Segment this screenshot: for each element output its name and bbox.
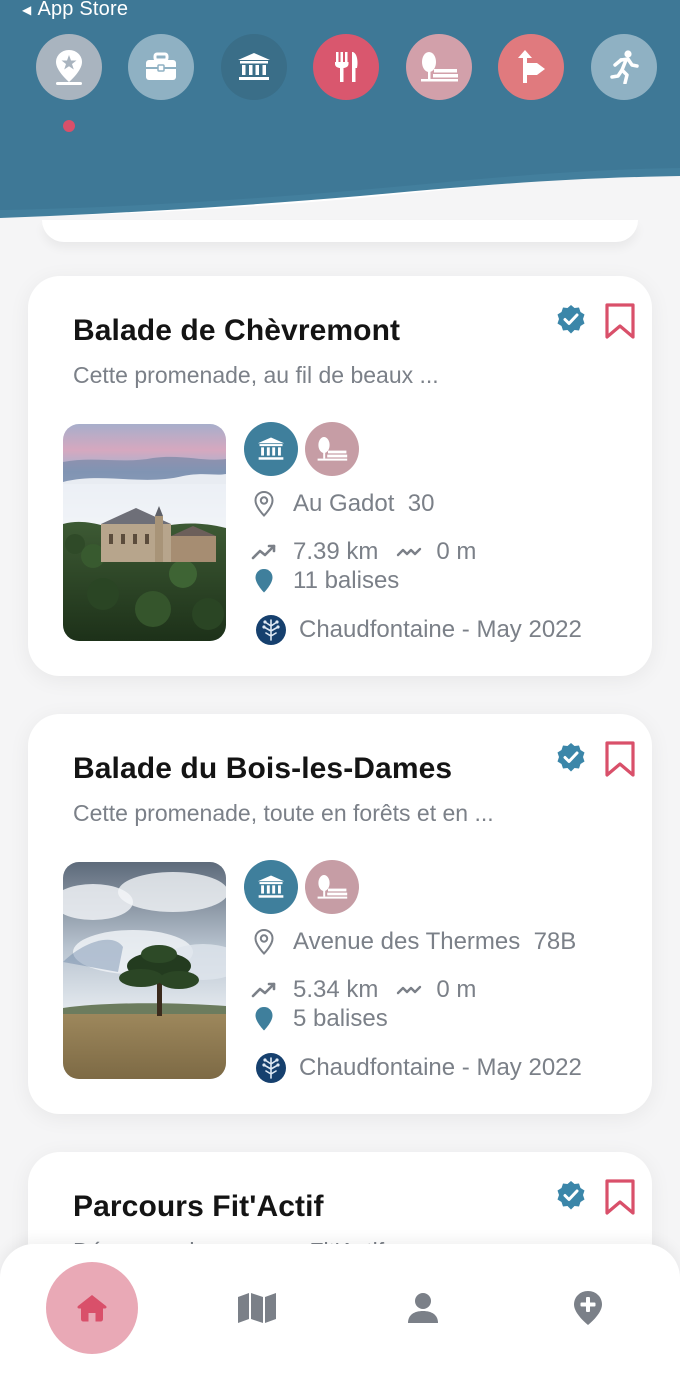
walk-description: Cette promenade, au fil de beaux ... — [73, 362, 439, 388]
nav-profile-button[interactable] — [377, 1262, 469, 1354]
previous-card-edge — [42, 220, 638, 242]
walk-title: Balade de Chèvremont — [73, 314, 401, 347]
category-points-of-interest[interactable] — [36, 34, 102, 100]
walk-distance-row: 5.34 km 0 m — [251, 976, 476, 1004]
back-triangle-icon: ◀ — [22, 2, 32, 17]
user-icon — [408, 1293, 438, 1323]
walk-organizer: Chaudfontaine - May 2022 — [299, 616, 582, 643]
category-business[interactable] — [128, 34, 194, 100]
walk-address: Avenue des Thermes 78B — [293, 928, 577, 955]
tag-leisure — [305, 860, 359, 914]
trend-line-icon — [251, 977, 277, 1003]
walk-card[interactable]: Balade du Bois-les-Dames Cette promenade… — [28, 714, 652, 1114]
location-filled-icon — [251, 568, 277, 594]
walk-address-row: Au Gadot 30 — [251, 490, 434, 518]
nav-home-button[interactable] — [46, 1262, 138, 1354]
bookmark-icon[interactable] — [604, 302, 636, 340]
walk-distance: 7.39 km — [293, 538, 379, 565]
verified-badge-icon — [557, 743, 585, 772]
map-pin-star-icon — [56, 50, 82, 85]
walk-elevation: 0 m — [436, 538, 477, 565]
museum-icon — [257, 875, 285, 898]
restaurant-icon — [335, 52, 358, 82]
walk-elevation: 0 m — [436, 976, 477, 1003]
walk-markers-row: 11 balises — [251, 567, 399, 595]
walk-distance: 5.34 km — [293, 976, 379, 1003]
walk-photo-castle — [63, 424, 226, 641]
walk-organizer: Chaudfontaine - May 2022 — [299, 1054, 582, 1081]
location-outline-icon — [251, 928, 277, 955]
walk-card[interactable]: Balade de Chèvremont Cette promenade, au… — [28, 276, 652, 676]
pin-plus-icon — [574, 1291, 602, 1325]
museum-icon — [238, 53, 270, 80]
back-label: App Store — [37, 0, 129, 20]
walk-organizer-row: Chaudfontaine - May 2022 — [251, 1052, 582, 1084]
tag-leisure — [305, 422, 359, 476]
nav-add-place-button[interactable] — [542, 1262, 634, 1354]
bench-park-icon — [317, 875, 348, 899]
category-filter-row — [0, 34, 680, 100]
walk-description: Cette promenade, toute en forêts et en .… — [73, 800, 494, 826]
category-leisure[interactable] — [406, 34, 472, 100]
walk-address-row: Avenue des Thermes 78B — [251, 928, 576, 956]
walk-photo-pine-tree — [63, 862, 226, 1079]
elevation-wave-icon — [396, 546, 422, 558]
header-banner: ◀ App Store — [0, 0, 680, 240]
category-restaurants[interactable] — [313, 34, 379, 100]
walk-organizer-row: Chaudfontaine - May 2022 — [251, 614, 582, 646]
back-to-app-store-link[interactable]: ◀ App Store — [22, 0, 128, 21]
bookmark-icon[interactable] — [604, 740, 636, 778]
map-icon — [238, 1293, 276, 1323]
bench-park-icon — [317, 437, 348, 461]
bookmark-icon[interactable] — [604, 1178, 636, 1216]
nav-map-button[interactable] — [211, 1262, 303, 1354]
location-filled-icon — [251, 1006, 277, 1032]
home-icon — [77, 1295, 107, 1322]
category-sport[interactable] — [591, 34, 657, 100]
verified-badge-icon — [557, 1181, 585, 1210]
tag-heritage — [244, 422, 298, 476]
running-person-icon — [610, 50, 639, 84]
walk-markers-row: 5 balises — [251, 1005, 388, 1033]
verified-badge-icon — [557, 305, 585, 334]
location-outline-icon — [251, 490, 277, 517]
briefcase-icon — [146, 52, 176, 80]
museum-icon — [257, 437, 285, 460]
walk-markers: 5 balises — [293, 1005, 388, 1032]
walk-distance-row: 7.39 km 0 m — [251, 538, 476, 566]
chaudfontaine-logo-icon — [255, 1052, 287, 1084]
category-heritage[interactable] — [221, 34, 287, 100]
chaudfontaine-logo-icon — [255, 614, 287, 646]
trend-line-icon — [251, 539, 277, 565]
walk-address: Au Gadot 30 — [293, 490, 435, 517]
elevation-wave-icon — [396, 984, 422, 996]
direction-sign-icon — [518, 50, 545, 83]
walk-title: Parcours Fit'Actif — [73, 1190, 324, 1223]
selected-category-indicator — [63, 120, 75, 132]
bench-park-icon — [421, 52, 458, 82]
tag-heritage — [244, 860, 298, 914]
walk-title: Balade du Bois-les-Dames — [73, 752, 453, 785]
bottom-navigation-bar — [0, 1244, 680, 1380]
walk-markers: 11 balises — [293, 567, 400, 594]
category-directions[interactable] — [498, 34, 564, 100]
